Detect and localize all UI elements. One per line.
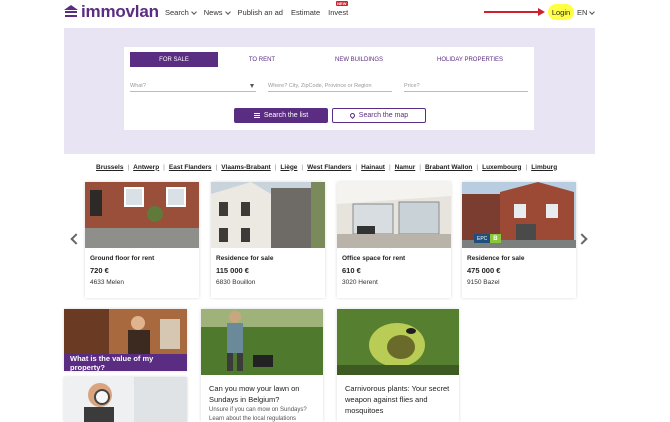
listing-photo xyxy=(211,182,325,248)
main-nav: Search News Publish an ad Estimate Inves… xyxy=(165,1,356,17)
nav-publish-an-ad[interactable]: Publish an ad xyxy=(238,8,283,17)
tab-for-sale[interactable]: FOR SALE xyxy=(130,52,218,67)
search-list-label: Search the list xyxy=(263,112,309,119)
what-select[interactable]: What? xyxy=(130,80,256,92)
nav-news-label: News xyxy=(203,8,223,17)
new-badge: NEW xyxy=(336,1,348,6)
where-placeholder: Where? City, ZipCode, Province or Region xyxy=(268,82,372,89)
search-card: FOR SALE TO RENT NEW BUILDINGS HOLIDAY P… xyxy=(124,47,534,130)
region-brussels[interactable]: Brussels xyxy=(96,164,123,171)
article-photo xyxy=(201,309,323,375)
listing-type: Residence for sale xyxy=(467,255,525,262)
logo-text: immovlan xyxy=(81,2,159,21)
search-map-label: Search the map xyxy=(358,112,409,119)
tab-new-buildings[interactable]: NEW BUILDINGS xyxy=(306,52,412,67)
article-card-carnivorous-plants[interactable]: Carnivorous plants: Your secret weapon a… xyxy=(337,309,459,422)
nav-search[interactable]: Search xyxy=(165,8,197,17)
listing-price: 610 € xyxy=(342,266,361,275)
listing-card[interactable]: Residence for sale 115 000 € 6830 Bouill… xyxy=(211,182,325,298)
language-label: EN xyxy=(577,8,588,17)
listing-card[interactable]: Office space for rent 610 € 3020 Herent xyxy=(337,182,451,298)
region-vlaams-brabant[interactable]: Vlaams-Brabant xyxy=(221,164,271,171)
house-logo-icon xyxy=(64,5,78,19)
price-input[interactable]: Price? xyxy=(404,80,528,92)
listing-location: 9150 Bazel xyxy=(467,279,500,286)
listing-price: 115 000 € xyxy=(216,266,249,275)
nav-invest[interactable]: Invest NEW xyxy=(328,1,349,17)
region-hainaut[interactable]: Hainaut xyxy=(361,164,385,171)
region-antwerp[interactable]: Antwerp xyxy=(133,164,159,171)
language-selector[interactable]: EN xyxy=(577,8,596,17)
list-icon xyxy=(253,113,260,118)
epc-badge: EPC B xyxy=(474,234,501,243)
article-card-property-value[interactable]: What is the value of my property? xyxy=(64,309,187,371)
listing-location: 4633 Melen xyxy=(90,279,124,286)
listing-price: 720 € xyxy=(90,266,109,275)
where-input[interactable]: Where? City, ZipCode, Province or Region xyxy=(268,80,392,92)
carousel-prev-icon[interactable] xyxy=(70,233,82,245)
search-tabs: FOR SALE TO RENT NEW BUILDINGS HOLIDAY P… xyxy=(130,52,528,67)
listing-price: 475 000 € xyxy=(467,266,501,275)
article-banner: What is the value of my property? xyxy=(64,354,187,371)
dropdown-caret-icon xyxy=(250,84,254,88)
region-limburg[interactable]: Limburg xyxy=(531,164,557,171)
listing-photo xyxy=(337,182,451,248)
search-list-button[interactable]: Search the list xyxy=(234,108,328,123)
listing-location: 6830 Bouillon xyxy=(216,279,256,286)
nav-estimate[interactable]: Estimate xyxy=(291,8,320,17)
listing-type: Ground floor for rent xyxy=(90,255,155,262)
carousel-next-icon[interactable] xyxy=(576,233,588,245)
article-title: Carnivorous plants: Your secret weapon a… xyxy=(345,384,450,415)
nav-invest-label: Invest xyxy=(328,8,349,17)
region-luxembourg[interactable]: Luxembourg xyxy=(482,164,521,171)
region-liege[interactable]: Liège xyxy=(280,164,297,171)
search-map-button[interactable]: Search the map xyxy=(332,108,426,123)
listing-photo: EPC B xyxy=(462,182,576,248)
nav-publish-label: Publish an ad xyxy=(237,8,283,17)
epc-label: EPC xyxy=(474,234,491,243)
region-namur[interactable]: Namur xyxy=(395,164,416,171)
listing-card[interactable]: Ground floor for rent 720 € 4633 Melen xyxy=(85,182,199,298)
site-header: immovlan Search News Publish an ad Estim… xyxy=(0,0,670,26)
map-pin-icon xyxy=(348,111,356,120)
tab-to-rent[interactable]: TO RENT xyxy=(218,52,306,67)
region-west-flanders[interactable]: West Flanders xyxy=(307,164,351,171)
what-placeholder: What? xyxy=(130,82,146,89)
article-card[interactable] xyxy=(64,377,187,422)
nav-news[interactable]: News xyxy=(203,8,231,17)
region-links: Brussels | Antwerp | East Flanders | Vlaams… xyxy=(96,163,558,171)
search-fields: What? Where? City, ZipCode, Province or … xyxy=(130,80,528,92)
article-photo xyxy=(64,377,187,422)
immovlan-logo[interactable]: immovlan xyxy=(64,2,159,21)
listing-card[interactable]: EPC B Residence for sale 475 000 € 9150 … xyxy=(462,182,576,298)
annotation-arrow-line xyxy=(484,11,542,13)
chevron-down-icon xyxy=(224,8,231,15)
tab-holiday-properties[interactable]: HOLIDAY PROPERTIES xyxy=(412,52,528,67)
article-photo xyxy=(337,309,459,375)
listing-location: 3020 Herent xyxy=(342,279,378,286)
article-card-mow-lawn[interactable]: Can you mow your lawn on Sundays in Belg… xyxy=(201,309,323,422)
price-placeholder: Price? xyxy=(404,82,420,89)
nav-search-label: Search xyxy=(165,8,189,17)
nav-estimate-label: Estimate xyxy=(290,8,321,17)
annotation-arrow-head-icon xyxy=(538,8,545,16)
chevron-down-icon xyxy=(190,8,197,15)
region-brabant-wallon[interactable]: Brabant Wallon xyxy=(425,164,472,171)
region-east-flanders[interactable]: East Flanders xyxy=(169,164,212,171)
epc-rating: B xyxy=(490,234,501,243)
login-button[interactable]: Login xyxy=(548,4,574,20)
listing-type: Residence for sale xyxy=(216,255,274,262)
listing-photo xyxy=(85,182,199,248)
listing-type: Office space for rent xyxy=(342,255,406,262)
article-title: Can you mow your lawn on Sundays in Belg… xyxy=(209,384,300,404)
article-excerpt: Unsure if you can mow on Sundays? Learn … xyxy=(209,407,307,422)
chevron-down-icon xyxy=(589,8,596,15)
